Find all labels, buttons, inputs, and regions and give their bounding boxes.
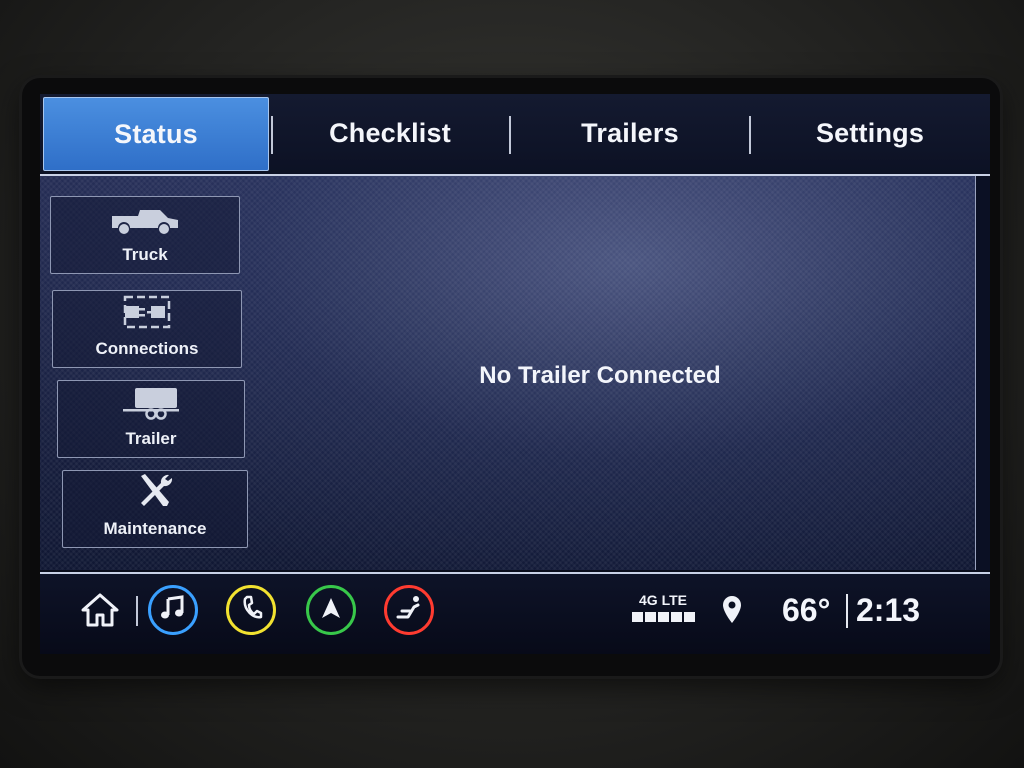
tab-bar: Status Checklist Trailers Settings: [40, 94, 990, 176]
home-icon[interactable]: [80, 592, 120, 633]
phone-button[interactable]: [226, 585, 276, 635]
sidebar-item-connections[interactable]: Connections: [52, 290, 242, 368]
tab-divider: [749, 116, 751, 154]
signal-bars: [628, 612, 698, 622]
sidebar-item-label: Connections: [95, 339, 199, 358]
main-content: Truck Connections Trailer Maintenance No…: [40, 176, 990, 570]
network-type: 4G LTE: [639, 592, 687, 608]
navigation-arrow-icon: [320, 596, 342, 625]
tab-checklist-label: Checklist: [329, 117, 451, 148]
tab-trailers[interactable]: Trailers: [513, 97, 747, 169]
phone-icon: [239, 595, 263, 626]
wrench-screwdriver-icon: [135, 472, 175, 515]
climate-button[interactable]: [384, 585, 434, 635]
sidebar-item-trailer[interactable]: Trailer: [57, 380, 245, 458]
truck-icon: [110, 204, 180, 241]
tab-status-label: Status: [114, 118, 198, 149]
outside-temperature: 66°: [782, 592, 831, 628]
trailer-icon: [121, 386, 181, 425]
signal-bar: [631, 612, 643, 622]
signal-bar: [644, 612, 656, 622]
home-divider: [136, 596, 138, 626]
tab-settings-label: Settings: [815, 117, 925, 148]
tab-settings[interactable]: Settings: [753, 97, 987, 169]
tab-status[interactable]: Status: [43, 97, 269, 171]
no-trailer-message: No Trailer Connected: [479, 362, 721, 389]
sidebar-item-maintenance[interactable]: Maintenance: [62, 470, 248, 548]
content-right-border: [975, 176, 990, 570]
tab-divider: [271, 116, 273, 154]
tab-checklist[interactable]: Checklist: [275, 97, 505, 169]
signal-bar: [670, 612, 682, 622]
signal-bar: [683, 612, 695, 622]
tab-divider: [509, 116, 511, 154]
location-pin-icon: [720, 594, 744, 631]
network-status: 4G LTE: [628, 592, 698, 622]
sidebar-item-truck[interactable]: Truck: [50, 196, 240, 274]
clock-time: 2:13: [856, 592, 921, 628]
plug-connection-icon: [117, 294, 177, 335]
tab-trailers-label: Trailers: [581, 117, 679, 148]
signal-bar: [657, 612, 669, 622]
sidebar-item-label: Truck: [122, 245, 168, 264]
music-note-icon: [160, 594, 186, 626]
sidebar-item-label: Trailer: [125, 429, 177, 448]
temp-time-divider: [846, 594, 848, 628]
sidebar-item-label: Maintenance: [103, 519, 207, 538]
infotainment-screen: Status Checklist Trailers Settings Truck: [40, 94, 990, 654]
audio-button[interactable]: [148, 585, 198, 635]
seat-icon: [394, 595, 424, 626]
navigation-button[interactable]: [306, 585, 356, 635]
bottom-bar: 4G LTE 66° 2:13: [40, 572, 990, 654]
